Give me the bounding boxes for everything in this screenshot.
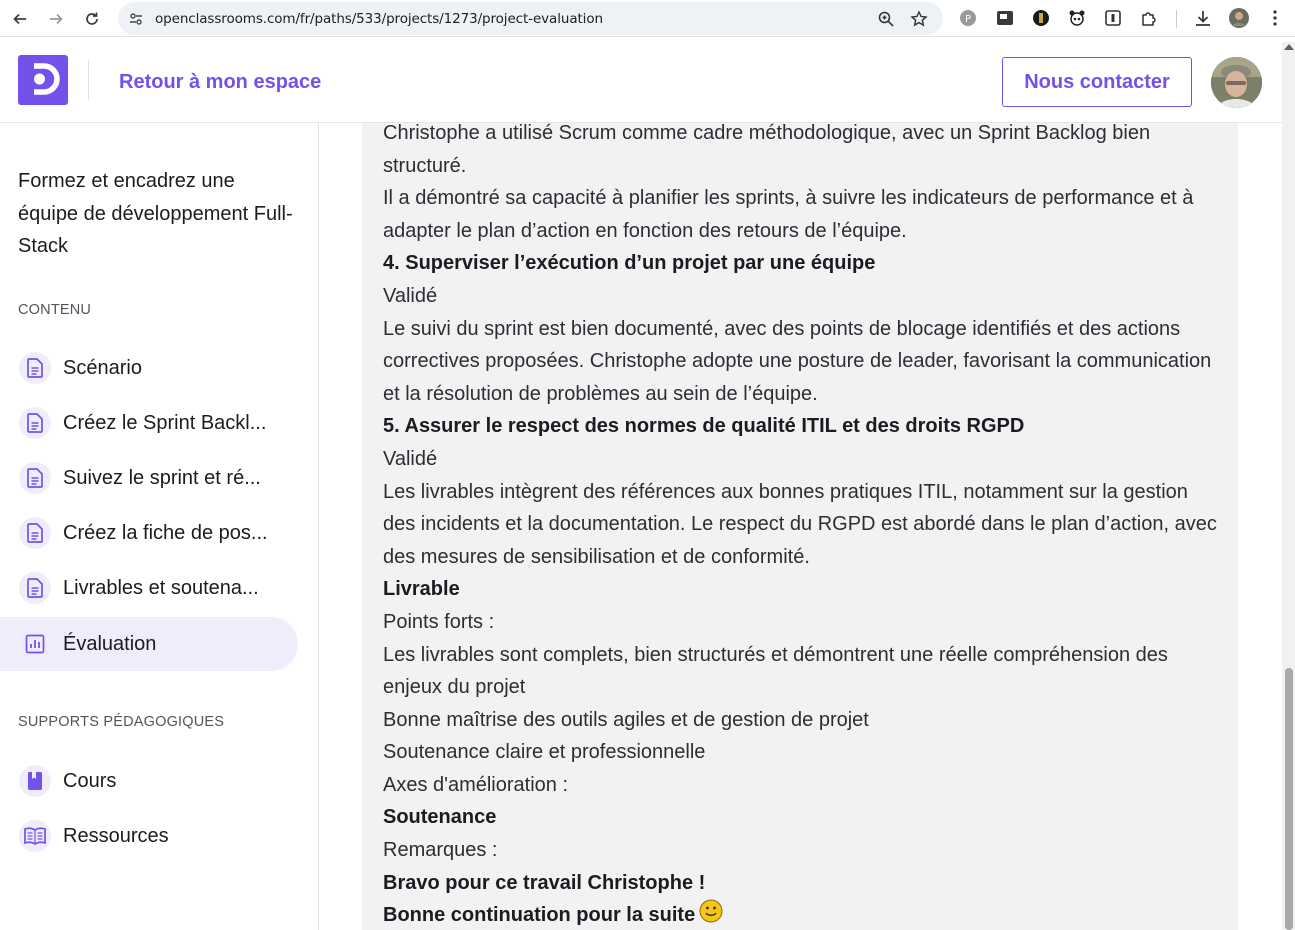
extension-panda-icon[interactable] xyxy=(1067,8,1087,28)
sidebar-item-label: Évaluation xyxy=(63,632,157,655)
extension-circle-icon[interactable] xyxy=(1031,8,1051,28)
browser-toolbar: openclassrooms.com/fr/paths/533/projects… xyxy=(0,0,1295,37)
sidebar-item-label: Livrables et soutena... xyxy=(63,576,259,599)
section-heading: Soutenance xyxy=(383,806,497,829)
back-arrow-icon[interactable] xyxy=(9,8,31,30)
evaluation-paragraph: Le suivi du sprint est bien documenté, a… xyxy=(383,317,1212,405)
forward-arrow-icon[interactable] xyxy=(45,8,67,30)
document-icon xyxy=(19,572,51,604)
zoom-icon[interactable] xyxy=(877,10,895,28)
extension-p-icon[interactable]: P xyxy=(958,8,978,28)
back-to-space-link[interactable]: Retour à mon espace xyxy=(119,71,321,94)
sidebar-item-sprint-backlog[interactable]: Créez le Sprint Backl... xyxy=(0,396,298,450)
document-icon xyxy=(19,462,51,494)
url-text[interactable]: openclassrooms.com/fr/paths/533/projects… xyxy=(155,11,603,27)
browser-menu-icon[interactable] xyxy=(1265,8,1285,28)
contact-button[interactable]: Nous contacter xyxy=(1002,57,1192,107)
reload-icon[interactable] xyxy=(81,8,103,30)
smiley-icon xyxy=(699,899,723,923)
openclassrooms-logo[interactable] xyxy=(18,55,68,105)
remarks-label: Remarques : xyxy=(383,839,498,862)
content-heading: CONTENU xyxy=(18,302,92,318)
sidebar: Formez et encadrez une équipe de dévelop… xyxy=(0,123,319,930)
skill-heading: 5. Assurer le respect des normes de qual… xyxy=(383,415,1025,438)
sidebar-item-courses[interactable]: Cours xyxy=(0,754,298,808)
site-settings-icon[interactable] xyxy=(128,11,144,27)
improvements-label: Axes d'amélioration : xyxy=(383,773,569,796)
sidebar-item-job-sheet[interactable]: Créez la fiche de pos... xyxy=(0,506,298,560)
skill-heading: 4. Superviser l’exécution d’un projet pa… xyxy=(383,252,876,275)
document-icon xyxy=(19,352,51,384)
sidebar-item-label: Cours xyxy=(63,769,117,792)
course-title: Formez et encadrez une équipe de dévelop… xyxy=(18,170,293,257)
download-icon[interactable] xyxy=(1193,8,1213,28)
toolbar-divider xyxy=(1176,10,1177,28)
address-bar[interactable]: openclassrooms.com/fr/paths/533/projects… xyxy=(118,2,943,35)
header-divider xyxy=(88,60,89,100)
extension-shield-icon[interactable] xyxy=(1103,8,1123,28)
sidebar-item-resources[interactable]: Ressources xyxy=(0,809,298,863)
bookmark-star-icon[interactable] xyxy=(910,10,928,28)
resources-heading: SUPPORTS PÉDAGOGIQUES xyxy=(18,714,225,730)
congrats-line: Bravo pour ce travail Christophe ! xyxy=(383,871,706,894)
strength-item: Soutenance claire et professionnelle xyxy=(383,741,706,764)
evaluation-paragraph: Les livrables intègrent des références a… xyxy=(383,480,1217,568)
evaluation-panel: Christophe a utilisé Scrum comme cadre m… xyxy=(362,123,1238,930)
svg-text:P: P xyxy=(965,14,971,25)
extension-image-icon[interactable] xyxy=(995,8,1015,28)
profile-avatar-small[interactable] xyxy=(1229,8,1249,28)
sidebar-item-sprint-follow[interactable]: Suivez le sprint et ré... xyxy=(0,451,298,505)
sidebar-item-label: Ressources xyxy=(63,824,169,847)
strength-item: Bonne maîtrise des outils agiles et de g… xyxy=(383,708,869,731)
user-avatar[interactable] xyxy=(1211,57,1262,108)
evaluation-paragraph: Christophe a utilisé Scrum comme cadre m… xyxy=(383,123,1151,177)
strength-item: Les livrables sont complets, bien struct… xyxy=(383,643,1168,699)
validation-status: Validé xyxy=(383,284,438,307)
sidebar-item-evaluation[interactable]: Évaluation xyxy=(0,617,298,671)
document-icon xyxy=(19,407,51,439)
sidebar-item-label: Créez le Sprint Backl... xyxy=(63,411,267,434)
closing-line: Bonne continuation pour la suite xyxy=(383,899,1223,930)
sidebar-item-label: Scénario xyxy=(63,356,142,379)
scroll-up-arrow-icon[interactable] xyxy=(1284,44,1294,50)
sidebar-item-scenario[interactable]: Scénario xyxy=(0,341,298,395)
evaluation-paragraph: Il a démontré sa capacité à planifier le… xyxy=(383,187,1194,242)
section-heading: Livrable xyxy=(383,578,460,601)
page-scrollbar-thumb[interactable] xyxy=(1285,668,1293,930)
book-icon xyxy=(19,765,51,797)
closing-text: Bonne continuation pour la suite xyxy=(383,904,696,927)
sidebar-item-deliverables[interactable]: Livrables et soutena... xyxy=(0,561,298,615)
evaluation-text: Christophe a utilisé Scrum comme cadre m… xyxy=(383,123,1223,930)
chart-icon xyxy=(19,628,51,660)
sidebar-item-label: Suivez le sprint et ré... xyxy=(63,466,261,489)
extensions-puzzle-icon[interactable] xyxy=(1139,8,1159,28)
sidebar-item-label: Créez la fiche de pos... xyxy=(63,521,268,544)
document-icon xyxy=(19,517,51,549)
site-header: Retour à mon espace Nous contacter xyxy=(0,42,1282,123)
strengths-label: Points forts : xyxy=(383,610,495,633)
open-book-icon xyxy=(19,820,51,852)
validation-status: Validé xyxy=(383,447,438,470)
